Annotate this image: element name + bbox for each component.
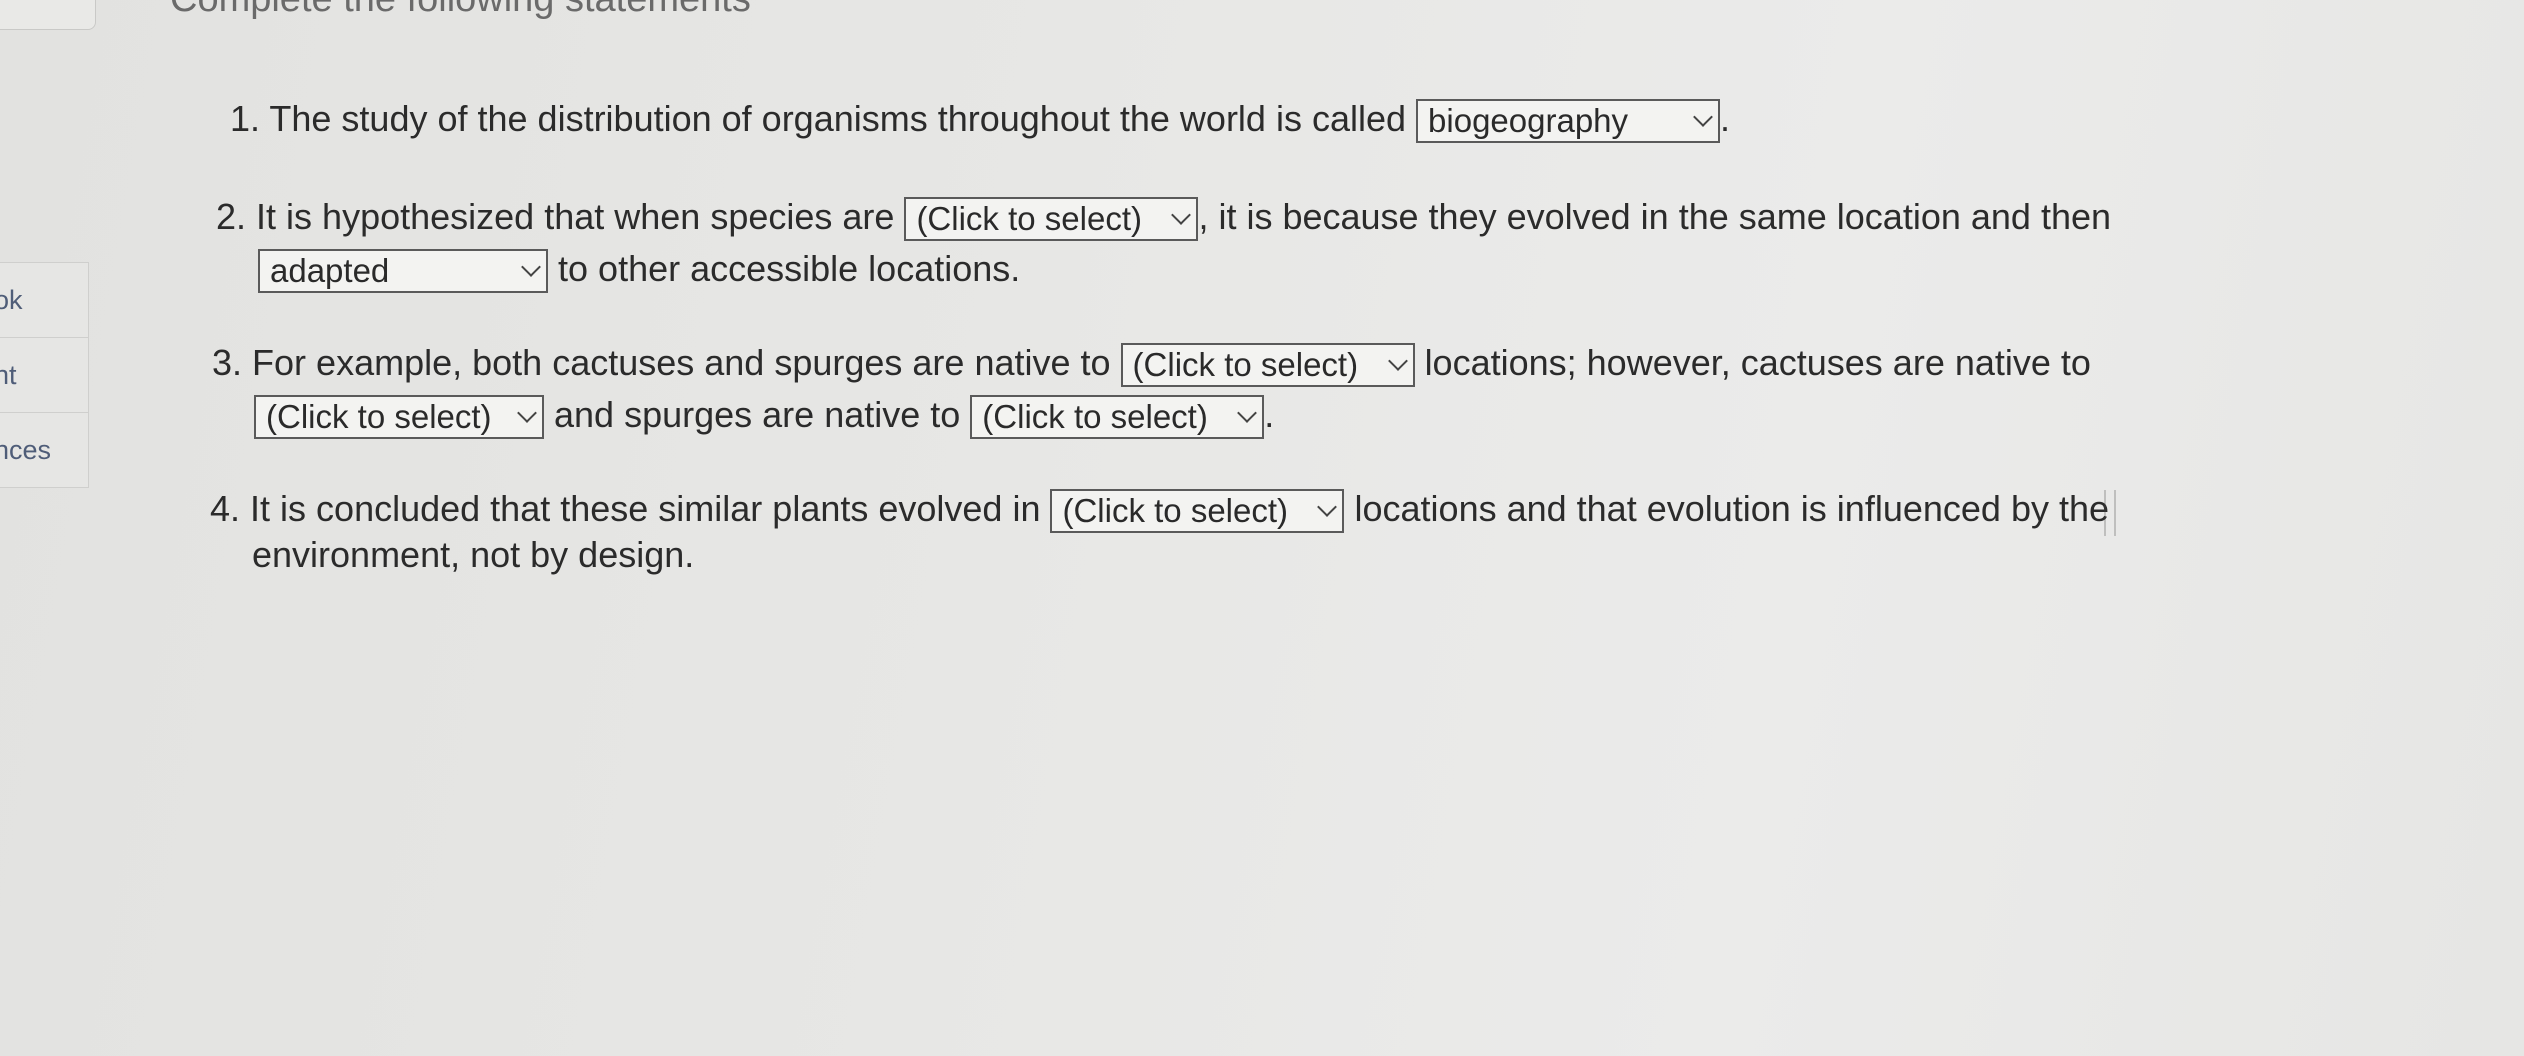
answer-select-1[interactable]: biogeography xyxy=(1416,99,1721,144)
answer-select-3c[interactable]: (Click to select) xyxy=(970,395,1265,440)
question-text: For example, both cactuses and spurges a… xyxy=(252,342,1111,383)
answer-select-3b[interactable]: (Click to select) xyxy=(254,395,544,440)
question-text-end: to other accessible locations. xyxy=(558,248,1021,289)
side-nav-item-references[interactable]: nces xyxy=(0,413,88,487)
answer-select-2b[interactable]: adapted xyxy=(258,249,548,294)
select-value: (Click to select) xyxy=(916,200,1142,238)
top-tab[interactable] xyxy=(0,0,96,30)
chevron-down-icon xyxy=(1317,497,1338,518)
question-text-middle: locations and that evolution is influenc… xyxy=(1354,488,2110,529)
question-4-line-2: environment, not by design. xyxy=(252,530,694,580)
question-2: 2. It is hypothesized that when species … xyxy=(216,192,2111,242)
side-nav: ok nt nces xyxy=(0,262,89,488)
text-cursor-icon xyxy=(2104,490,2116,536)
question-number: 2. xyxy=(216,196,247,237)
question-number: 4. xyxy=(210,488,241,529)
question-3: 3. For example, both cactuses and spurge… xyxy=(212,338,2091,388)
question-number: 1. xyxy=(230,98,261,139)
question-2-line-2: adapted to other accessible locations. xyxy=(258,244,1020,294)
question-4: 4. It is concluded that these similar pl… xyxy=(210,484,2109,534)
select-value: adapted xyxy=(270,252,390,290)
question-text: It is hypothesized that when species are xyxy=(256,196,895,237)
question-text: It is concluded that these similar plant… xyxy=(250,488,1041,529)
answer-select-4[interactable]: (Click to select) xyxy=(1050,489,1345,534)
select-value: (Click to select) xyxy=(1132,346,1359,384)
question-text-middle-2: and spurges are native to xyxy=(554,394,961,435)
select-value: (Click to select) xyxy=(266,398,492,436)
question-text: The study of the distribution of organis… xyxy=(269,98,1407,139)
side-nav-item-print[interactable]: nt xyxy=(0,338,88,413)
question-number: 3. xyxy=(212,342,243,383)
question-text-end: . xyxy=(1720,98,1731,139)
side-nav-label: nces xyxy=(0,434,52,465)
question-text-end: environment, not by design. xyxy=(252,534,695,575)
side-nav-label: ok xyxy=(0,284,23,315)
instructions-heading: Complete the following statements xyxy=(170,0,751,21)
select-value: biogeography xyxy=(1428,102,1629,140)
side-nav-item-ebook[interactable]: ok xyxy=(0,263,88,338)
select-value: (Click to select) xyxy=(982,398,1208,436)
question-3-line-2: (Click to select) and spurges are native… xyxy=(254,390,1274,440)
chevron-down-icon xyxy=(517,403,537,424)
answer-select-3a[interactable]: (Click to select) xyxy=(1120,343,1415,388)
chevron-down-icon xyxy=(1237,403,1258,424)
question-text-middle: locations; however, cactuses are native … xyxy=(1424,342,2091,383)
chevron-down-icon xyxy=(1387,351,1408,372)
chevron-down-icon xyxy=(1171,205,1192,226)
answer-select-2a[interactable]: (Click to select) xyxy=(904,197,1199,242)
side-nav-label: nt xyxy=(0,359,17,390)
chevron-down-icon xyxy=(521,257,541,278)
select-value: (Click to select) xyxy=(1062,492,1289,530)
question-text-end: . xyxy=(1264,394,1275,435)
chevron-down-icon xyxy=(1693,107,1713,128)
question-text-middle: , it is because they evolved in the same… xyxy=(1198,196,2112,237)
question-1: 1. The study of the distribution of orga… xyxy=(230,94,1730,144)
